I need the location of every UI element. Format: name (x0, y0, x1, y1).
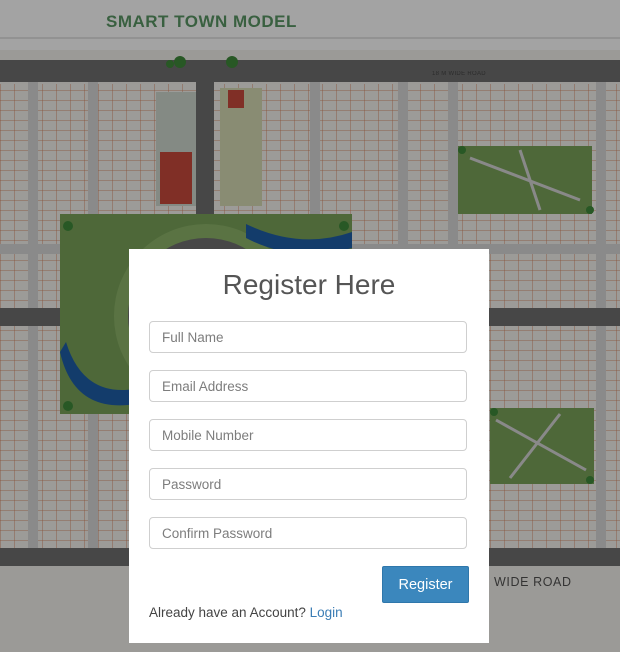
confirm-password-input[interactable] (149, 517, 467, 549)
login-prompt-text: Already have an Account? (149, 605, 306, 620)
login-link[interactable]: Login (310, 605, 343, 620)
form-title: Register Here (222, 269, 396, 300)
register-card: Register Here Register Already have an A… (129, 249, 489, 643)
password-input[interactable] (149, 468, 467, 500)
full-name-input[interactable] (149, 321, 467, 353)
email-input[interactable] (149, 370, 467, 402)
mobile-number-input[interactable] (149, 419, 467, 451)
login-prompt-row: Already have an Account? Login (149, 605, 343, 620)
register-button[interactable]: Register (382, 566, 469, 603)
